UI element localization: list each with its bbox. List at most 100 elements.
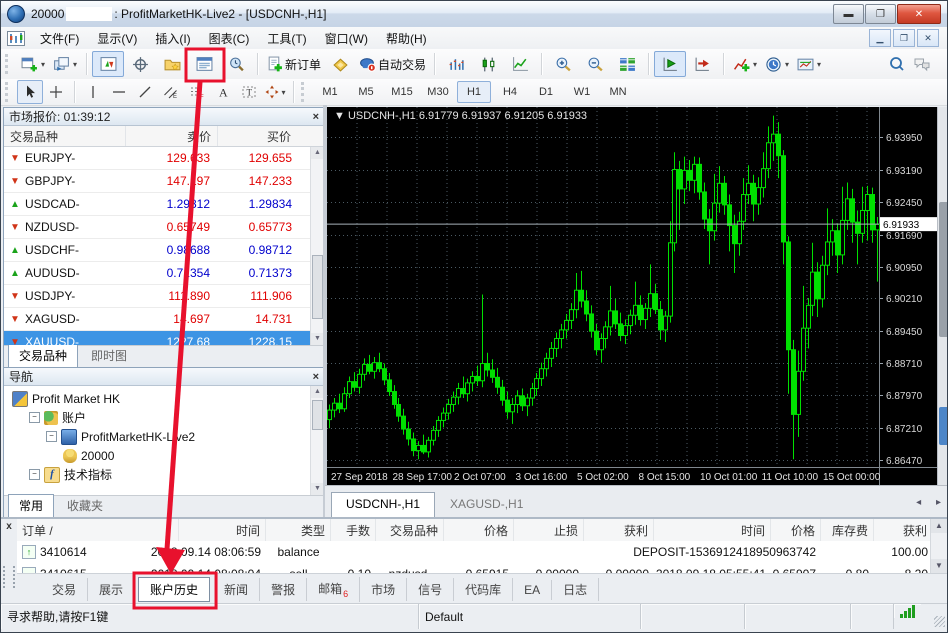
close-icon[interactable]: ×	[313, 112, 319, 122]
terminal-column-0[interactable]: 订单 /	[17, 519, 179, 541]
terminal-tab-5[interactable]: 邮箱6	[307, 577, 360, 601]
scroll-down-icon[interactable]: ▼	[931, 559, 947, 573]
resize-grip[interactable]	[921, 604, 947, 629]
terminal-tab-3[interactable]: 新闻	[213, 578, 260, 601]
auto-scroll-button[interactable]	[654, 51, 686, 77]
terminal-column-9[interactable]: 价格	[771, 519, 821, 541]
close-icon[interactable]: x	[1, 521, 17, 532]
chart-window[interactable]: 6.939506.931906.924506.916906.909506.902…	[327, 107, 937, 485]
scrollbar-thumb[interactable]	[312, 400, 323, 430]
terminal-scrollbar[interactable]: ▲ ▼	[930, 519, 947, 573]
mdi-minimize-icon[interactable]: ▁	[869, 29, 891, 47]
crosshair-button[interactable]	[43, 80, 69, 104]
scrollbar-thumb[interactable]	[939, 202, 948, 337]
chart-system-icon[interactable]	[7, 31, 25, 46]
column-ask[interactable]: 买价	[218, 126, 297, 146]
tree-item-1[interactable]: −账户	[4, 408, 324, 427]
chart-tab-1[interactable]: XAGUSD-,H1	[435, 492, 538, 518]
indicators-button[interactable]: ▾	[729, 51, 761, 77]
expander-icon[interactable]: −	[29, 469, 40, 480]
timeframe-mn[interactable]: MN	[601, 81, 635, 103]
timeframe-m30[interactable]: M30	[421, 81, 455, 103]
terminal-tab-10[interactable]: 日志	[552, 578, 599, 601]
terminal-tab-4[interactable]: 警报	[260, 578, 307, 601]
market-row[interactable]: ▼USDJPY-111.890111.906	[4, 285, 324, 308]
terminal-tab-8[interactable]: 代码库	[454, 578, 513, 601]
chart-scrollbar[interactable]	[937, 107, 948, 485]
timeframe-h1[interactable]: H1	[457, 81, 491, 103]
tree-item-2[interactable]: −ProfitMarketHK-Live2	[4, 427, 324, 446]
menu-item-4[interactable]: 工具(T)	[258, 28, 315, 49]
market-row[interactable]: ▲USDCAD-1.298121.29834	[4, 193, 324, 216]
trendline-button[interactable]	[132, 80, 158, 104]
tree-item-4[interactable]: −f技术指标	[4, 465, 324, 484]
metaeditor-button[interactable]	[324, 51, 356, 77]
toolbar-terminal-button[interactable]	[188, 51, 220, 77]
timeframe-h4[interactable]: H4	[493, 81, 527, 103]
candlestick-chart-button[interactable]	[472, 51, 504, 77]
horizontal-line-button[interactable]	[106, 80, 132, 104]
timeframe-m1[interactable]: M1	[313, 81, 347, 103]
market-row[interactable]: ▼NZDUSD-0.657490.65773	[4, 216, 324, 239]
column-bid[interactable]: 卖价	[126, 126, 218, 146]
history-row[interactable]: ▫34106152018.09.14 08:08:04sell0.10nzdus…	[17, 563, 947, 573]
new-order-button[interactable]: 新订单	[263, 51, 324, 77]
timeframe-m15[interactable]: M15	[385, 81, 419, 103]
line-chart-button[interactable]	[504, 51, 536, 77]
timeframe-d1[interactable]: D1	[529, 81, 563, 103]
terminal-tab-2[interactable]: 账户历史	[138, 577, 210, 602]
market-row[interactable]: ▲AUDUSD-0.713540.71373	[4, 262, 324, 285]
zoom-in-button[interactable]	[547, 51, 579, 77]
new-chart-button[interactable]: ▾	[17, 51, 49, 77]
history-row[interactable]: ↑34106142018.09.14 08:06:59balanceDEPOSI…	[17, 541, 933, 564]
navigator-scrollbar[interactable]: ▲ ▼	[310, 386, 324, 495]
toolbar-grip[interactable]	[5, 82, 13, 102]
terminal-column-11[interactable]: 获利	[874, 519, 933, 541]
terminal-tab-0[interactable]: 交易	[41, 578, 88, 601]
terminal-column-6[interactable]: 止损	[514, 519, 584, 541]
toolbar-strategy-tester-button[interactable]	[220, 51, 252, 77]
market-watch-tab-0[interactable]: 交易品种	[8, 344, 78, 368]
fibonacci-button[interactable]: F	[184, 80, 210, 104]
close-icon[interactable]: ✕	[897, 4, 941, 24]
text-label-button[interactable]: T	[236, 80, 262, 104]
scroll-up-icon[interactable]: ▲	[931, 519, 947, 533]
terminal-tab-9[interactable]: EA	[513, 580, 552, 600]
terminal-column-3[interactable]: 手数	[331, 519, 376, 541]
market-row[interactable]: ▲USDCHF-0.986880.98712	[4, 239, 324, 262]
toolbar-grip[interactable]	[5, 54, 13, 74]
vertical-line-button[interactable]	[80, 80, 106, 104]
menu-item-5[interactable]: 窗口(W)	[316, 28, 377, 49]
terminal-tab-6[interactable]: 市场	[360, 578, 407, 601]
tile-windows-button[interactable]	[611, 51, 643, 77]
chart-shift-button[interactable]	[686, 51, 718, 77]
cursor-button[interactable]	[17, 80, 43, 104]
equidistant-channel-button[interactable]: E	[158, 80, 184, 104]
column-symbol[interactable]: 交易品种	[4, 126, 126, 146]
zoom-out-button[interactable]	[579, 51, 611, 77]
market-row[interactable]: ▼GBPJPY-147.197147.233	[4, 170, 324, 193]
market-row[interactable]: ▼EURJPY-129.633129.655	[4, 147, 324, 170]
profiles-button[interactable]: ▾	[49, 51, 81, 77]
expander-icon[interactable]: −	[46, 431, 57, 442]
status-profile[interactable]: Default	[419, 604, 641, 629]
scrollbar-thumb[interactable]	[312, 255, 323, 319]
terminal-column-10[interactable]: 库存费	[821, 519, 874, 541]
tree-item-0[interactable]: Profit Market HK	[4, 389, 324, 408]
market-watch-tab-1[interactable]: 即时图	[80, 344, 138, 368]
toolbar-market-watch-button[interactable]	[92, 51, 124, 77]
close-icon[interactable]: ×	[313, 372, 319, 382]
minimize-icon[interactable]: ▬	[833, 4, 864, 24]
timeframe-m5[interactable]: M5	[349, 81, 383, 103]
terminal-column-7[interactable]: 获利	[584, 519, 654, 541]
maximize-icon[interactable]: ❐	[865, 4, 896, 24]
text-button[interactable]: A	[210, 80, 236, 104]
tree-item-3[interactable]: 20000	[4, 446, 324, 465]
navigator-tab-0[interactable]: 常用	[8, 494, 54, 518]
bar-chart-button[interactable]	[440, 51, 472, 77]
toolbar-data-window-button[interactable]	[124, 51, 156, 77]
arrows-button[interactable]: ▾	[262, 80, 288, 104]
menu-item-6[interactable]: 帮助(H)	[377, 28, 436, 49]
autotrading-button[interactable]: 自动交易	[356, 51, 429, 77]
terminal-column-8[interactable]: 时间	[654, 519, 771, 541]
